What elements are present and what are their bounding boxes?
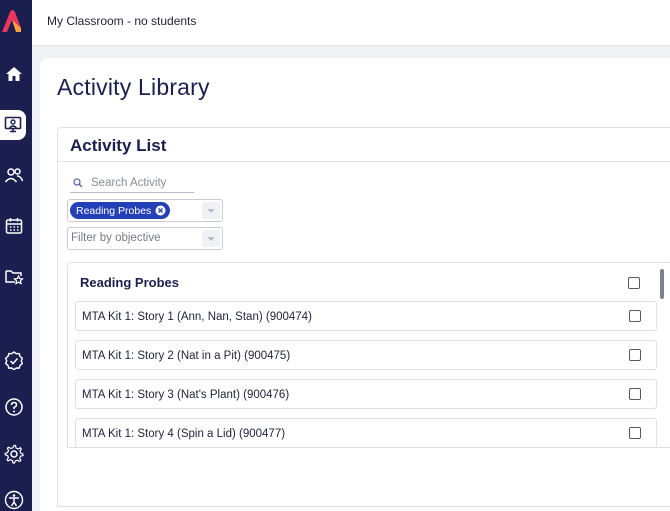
main-content: Activity Library Activity List Reading P…	[40, 58, 670, 511]
reading-probes-group: Reading Probes MTA Kit 1: Story 1 (Ann, …	[67, 262, 670, 448]
search-input[interactable]	[91, 177, 191, 189]
filter-chip-label: Reading Probes	[76, 204, 152, 217]
chevron-down-icon	[207, 236, 215, 241]
filter-chip-reading-probes: Reading Probes	[70, 202, 171, 219]
activity-list-panel: Activity List Reading Probes	[57, 127, 670, 507]
search-icon	[73, 178, 83, 188]
badge-check-icon	[4, 351, 24, 370]
activity-row[interactable]: MTA Kit 1: Story 2 (Nat in a Pit) (90047…	[75, 340, 657, 370]
activity-list-title: Activity List	[70, 136, 167, 155]
users-icon	[4, 168, 24, 183]
nav-calendar[interactable]	[0, 212, 28, 240]
scrollbar-thumb[interactable]	[660, 269, 664, 299]
select-all-checkbox[interactable]	[628, 277, 640, 289]
teacher-board-icon	[4, 116, 22, 133]
activity-label: MTA Kit 1: Story 3 (Nat's Plant) (900476…	[82, 389, 290, 401]
list-scrollbar[interactable]	[660, 267, 665, 447]
search-activity-field[interactable]	[70, 174, 194, 193]
page-title: Activity Library	[57, 74, 210, 100]
activity-checkbox[interactable]	[629, 388, 641, 400]
activity-row[interactable]: MTA Kit 1: Story 1 (Ann, Nan, Stan) (900…	[75, 301, 657, 331]
accessibility-icon	[4, 490, 24, 510]
home-icon	[6, 67, 22, 81]
activity-checkbox[interactable]	[629, 427, 641, 439]
sidebar	[0, 0, 32, 511]
activity-label: MTA Kit 1: Story 2 (Nat in a Pit) (90047…	[82, 350, 291, 362]
nav-classroom[interactable]	[0, 110, 26, 140]
folder-star-icon	[5, 270, 24, 285]
category-filter-select[interactable]: Reading Probes	[67, 199, 223, 222]
activity-row[interactable]: MTA Kit 1: Story 3 (Nat's Plant) (900476…	[75, 379, 657, 409]
nav-resources[interactable]	[0, 262, 28, 290]
calendar-icon	[5, 218, 23, 234]
activity-row[interactable]: MTA Kit 1: Story 4 (Spin a Lid) (900477)	[75, 418, 657, 447]
activity-label: MTA Kit 1: Story 4 (Spin a Lid) (900477)	[82, 428, 286, 440]
top-bar: My Classroom - no students	[32, 0, 670, 46]
activity-list-header: Activity List	[58, 128, 670, 162]
nav-settings[interactable]	[0, 440, 28, 468]
close-icon[interactable]	[155, 205, 166, 216]
group-title: Reading Probes	[80, 275, 179, 290]
nav-home[interactable]	[0, 60, 28, 88]
objective-filter-select[interactable]: Filter by objective	[67, 227, 223, 250]
gear-icon	[4, 444, 24, 464]
chevron-down-icon	[207, 208, 215, 213]
nav-progress[interactable]	[0, 346, 28, 374]
objective-filter-placeholder: Filter by objective	[71, 232, 161, 244]
activity-checkbox[interactable]	[629, 310, 641, 322]
app-logo[interactable]	[0, 8, 22, 34]
activity-label: MTA Kit 1: Story 1 (Ann, Nan, Stan) (900…	[82, 311, 312, 323]
help-icon	[5, 398, 23, 416]
objective-dropdown-toggle[interactable]	[202, 230, 220, 247]
classroom-selector[interactable]: My Classroom - no students	[47, 14, 196, 28]
category-dropdown-toggle[interactable]	[202, 202, 220, 219]
nav-help[interactable]	[0, 393, 28, 421]
activity-checkbox[interactable]	[629, 349, 641, 361]
nav-students[interactable]	[0, 161, 28, 189]
nav-accessibility[interactable]	[0, 486, 28, 511]
